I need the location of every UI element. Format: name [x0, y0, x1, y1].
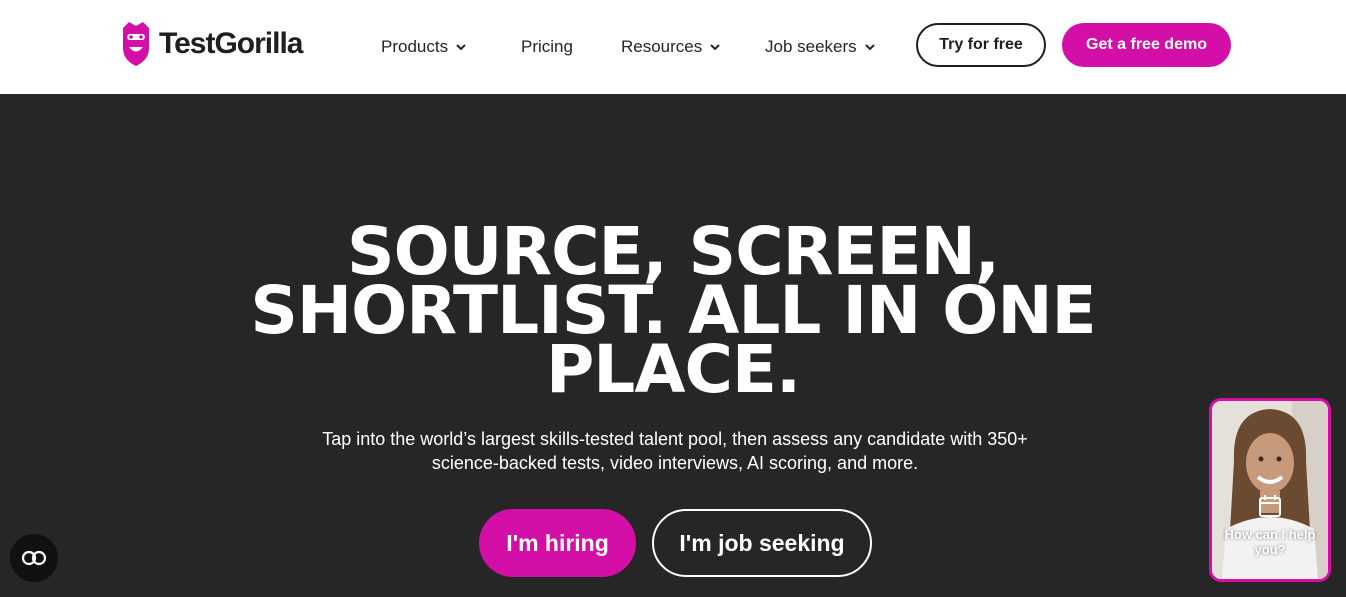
accessibility-button[interactable]: [10, 534, 58, 582]
nav-job-seekers[interactable]: Job seekers: [765, 33, 876, 61]
video-help-widget[interactable]: How can I help you?: [1209, 398, 1331, 582]
im-job-seeking-button[interactable]: I'm job seeking: [652, 509, 872, 577]
subtext-line: Tap into the world’s largest skills-test…: [322, 429, 1028, 449]
hero-headline: SOURCE, SCREEN, SHORTLIST. ALL IN ONE PL…: [173, 219, 1173, 403]
nav-pricing-label: Pricing: [521, 37, 573, 56]
nav-products-label: Products: [381, 37, 449, 56]
subtext-line: science-backed tests, video interviews, …: [431, 453, 919, 473]
im-hiring-button[interactable]: I'm hiring: [479, 509, 636, 577]
try-for-free-button[interactable]: Try for free: [916, 23, 1046, 67]
nav-resources[interactable]: Resources: [621, 33, 721, 61]
chevron-down-icon: [456, 44, 466, 51]
site-header: TestGorilla Products Pricing Resources J…: [0, 0, 1346, 94]
nav-products[interactable]: Products: [381, 33, 467, 61]
nav-pricing[interactable]: Pricing: [521, 33, 573, 61]
chevron-down-icon: [710, 44, 720, 51]
widget-help-text: How can I help you?: [1212, 527, 1328, 557]
chevron-down-icon: [864, 44, 875, 51]
hero-subtext: Tap into the world’s largest skills-test…: [250, 427, 1100, 475]
nav-resources-label: Resources: [621, 37, 703, 56]
nav-job-seekers-label: Job seekers: [765, 37, 857, 56]
hero-section: SOURCE, SCREEN, SHORTLIST. ALL IN ONE PL…: [0, 94, 1346, 597]
widget-help-line: How can I help: [1224, 527, 1316, 542]
get-demo-button[interactable]: Get a free demo: [1062, 23, 1231, 67]
widget-help-line: you?: [1254, 542, 1286, 557]
accessibility-toggle-icon: [21, 550, 47, 566]
calendar-icon: [1259, 495, 1281, 517]
